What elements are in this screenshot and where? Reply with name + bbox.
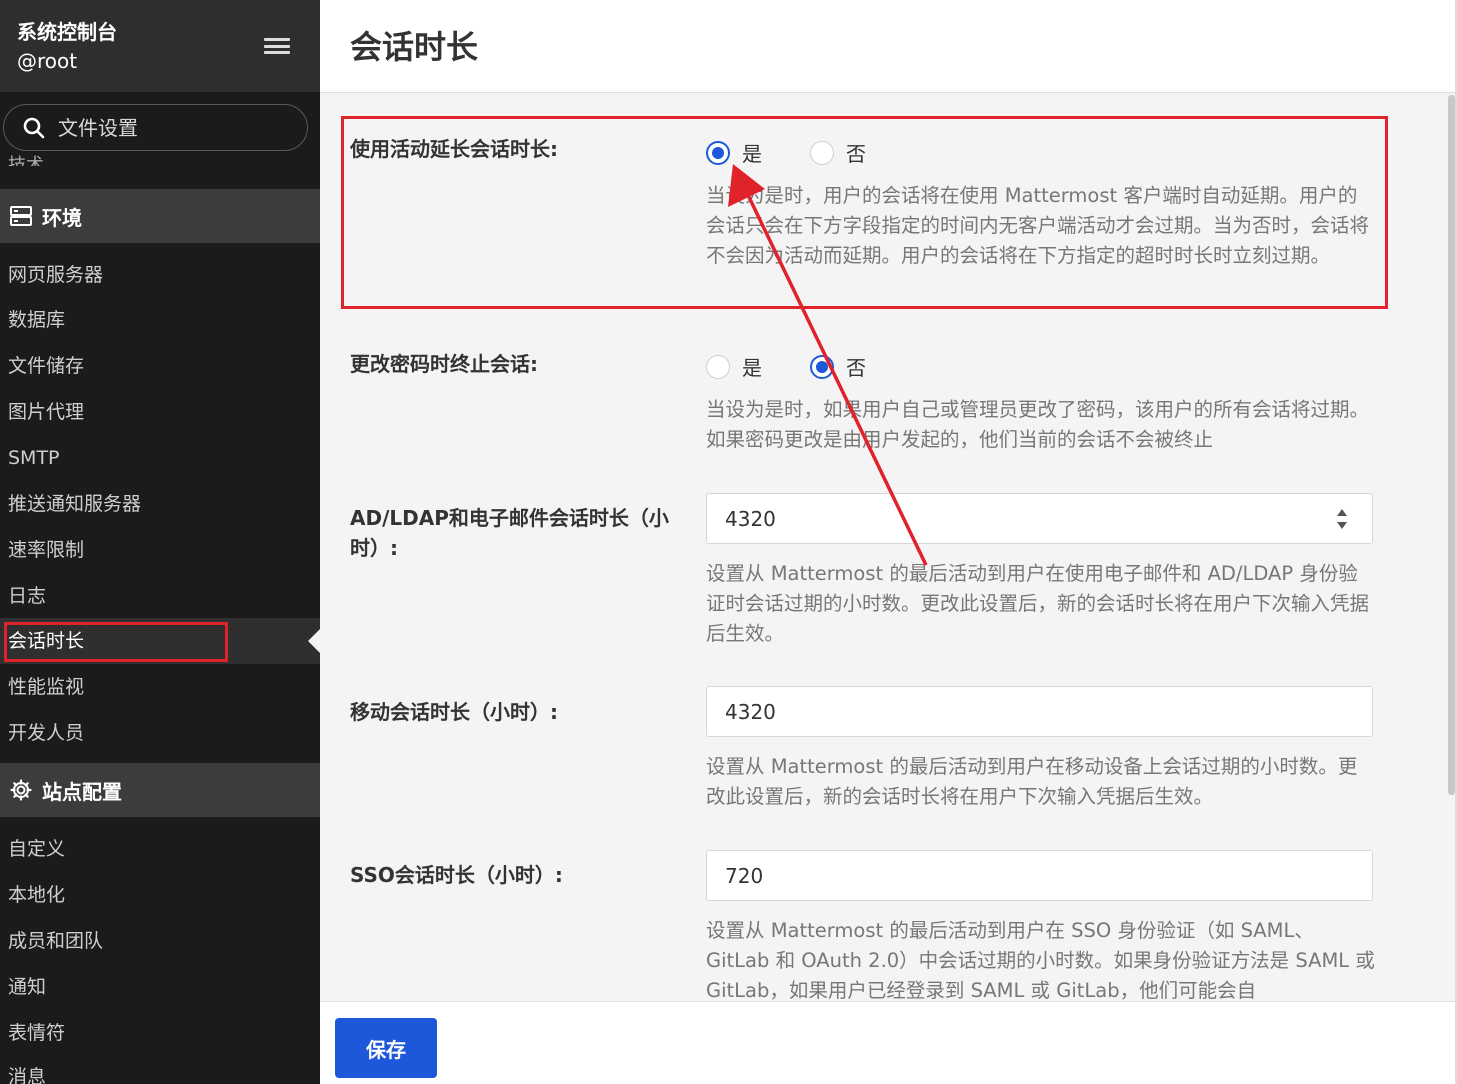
sidebar-item-emoji[interactable]: 表情符 [8,1020,65,1046]
annotation-box-sidebar [4,622,228,662]
save-button[interactable]: 保存 [335,1018,437,1078]
mobile-session-input[interactable]: 4320 [706,686,1373,737]
number-spinner-icon[interactable] [1336,506,1348,532]
menu-icon[interactable] [264,38,290,54]
ldap-session-label: AD/LDAP和电子邮件会话时长（小时）: [350,506,669,560]
ldap-session-input[interactable]: 4320 [706,493,1373,544]
page-header: 会话时长 [320,0,1457,93]
console-title: 系统控制台 [17,20,117,44]
sidebar-item-database[interactable]: 数据库 [8,307,65,333]
terminate-no-radio[interactable] [810,354,834,379]
terminate-session-help: 当设为是时，如果用户自己或管理员更改了密码，该用户的所有会话将过期。如果密码更改… [706,398,1370,451]
sidebar-item-logging[interactable]: 日志 [8,583,46,609]
sidebar: 系统控制台 @root 技术 环境 网页服务器 数据库 文件储存 图片代理 SM… [0,0,320,1084]
sidebar-item-developer[interactable]: 开发人员 [8,720,84,746]
footer-bar: 保存 [320,1001,1455,1084]
active-pointer [308,628,320,654]
terminate-yes-label[interactable]: 是 [742,352,762,381]
mobile-session-label: 移动会话时长（小时）: [350,700,558,724]
section-label: 环境 [42,205,82,230]
sidebar-item-customization[interactable]: 自定义 [8,836,65,862]
page-title: 会话时长 [350,28,479,66]
sidebar-item-posts[interactable]: 消息 [8,1064,46,1084]
sidebar-item-performance[interactable]: 性能监视 [8,674,84,700]
sidebar-header: 系统控制台 @root [0,0,320,92]
terminate-yes-radio[interactable] [706,354,730,379]
annotation-box-setting [341,116,1388,309]
sidebar-item-localization[interactable]: 本地化 [8,882,65,908]
section-site-config: 站点配置 [0,763,320,817]
sidebar-item-file-storage[interactable]: 文件储存 [8,353,84,379]
search-icon [23,117,45,138]
mobile-session-value: 4320 [725,699,776,724]
sso-session-input[interactable]: 720 [706,850,1373,901]
terminate-session-radio-group: 是 否 [706,352,914,381]
sso-session-value: 720 [725,863,764,888]
gear-icon [10,779,32,801]
ldap-session-value: 4320 [725,506,776,531]
sidebar-item-image-proxy[interactable]: 图片代理 [8,399,84,425]
mobile-session-help: 设置从 Mattermost 的最后活动到用户在移动设备上会话过期的小时数。更改… [706,755,1358,808]
section-environment: 环境 [0,189,320,243]
ldap-session-help: 设置从 Mattermost 的最后活动到用户在使用电子邮件和 AD/LDAP … [706,562,1370,645]
sidebar-item-smtp[interactable]: SMTP [8,445,60,471]
sso-session-help: 设置从 Mattermost 的最后活动到用户在 SSO 身份验证（如 SAML… [706,919,1375,1002]
sidebar-item-users-teams[interactable]: 成员和团队 [8,928,103,954]
sidebar-search[interactable] [3,104,308,151]
search-input[interactable] [58,115,278,140]
sidebar-item-rate-limit[interactable]: 速率限制 [8,537,84,563]
sidebar-item-notifications[interactable]: 通知 [8,974,46,1000]
sidebar-item-web-server[interactable]: 网页服务器 [8,262,103,288]
sidebar-item-push-server[interactable]: 推送通知服务器 [8,491,141,517]
terminate-session-label: 更改密码时终止会话: [350,352,538,376]
sso-session-label: SSO会话时长（小时）: [350,863,563,887]
scrollbar[interactable] [1448,95,1455,795]
server-icon [10,206,32,226]
username: @root [17,49,78,73]
terminate-no-label[interactable]: 否 [846,352,866,381]
section-label: 站点配置 [42,779,122,804]
